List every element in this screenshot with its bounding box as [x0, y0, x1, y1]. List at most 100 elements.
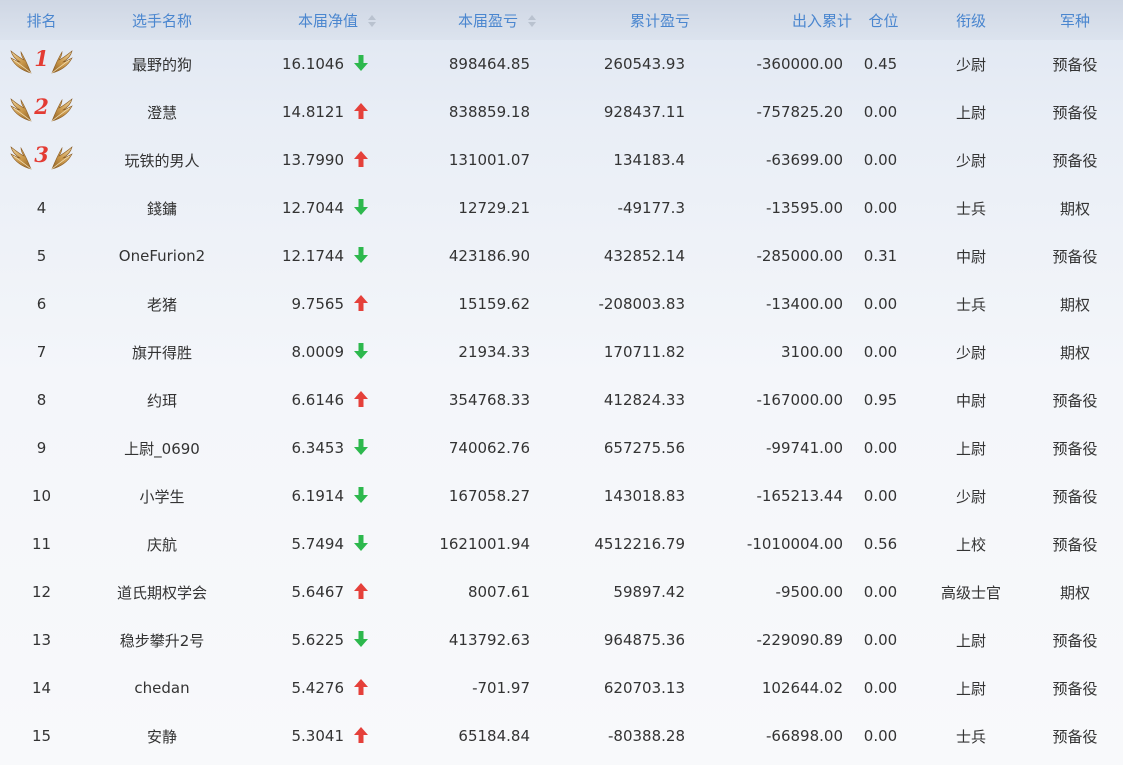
player-name[interactable]: 约珥 — [83, 376, 241, 424]
header-grade: 衔级 — [915, 0, 1027, 40]
table-row[interactable]: 15 安静 5.3041 65184.84 -80388.28 -66898.0… — [0, 712, 1123, 760]
position-value: 0.31 — [863, 247, 898, 265]
position-value: 0.00 — [863, 199, 898, 217]
header-pl[interactable]: 本届盈亏 — [376, 0, 536, 40]
rank-cell: 8 — [0, 376, 83, 424]
position-value: 0.00 — [863, 631, 898, 649]
nav-value: 16.1046 — [281, 55, 344, 73]
cum-value: -208003.83 — [598, 295, 685, 313]
table-row[interactable]: 1 最野的狗 16.1046 898464.85 260543.93 -3600… — [0, 40, 1123, 88]
pl-value: 15159.62 — [458, 295, 530, 313]
flow-value: -285000.00 — [756, 247, 843, 265]
sort-icon[interactable] — [528, 15, 536, 27]
branch-value: 预备役 — [1052, 679, 1098, 698]
arrow-down-icon — [354, 486, 368, 503]
laurel-wing-icon — [50, 97, 74, 123]
table-row[interactable]: 6 老猪 9.7565 15159.62 -208003.83 -13400.0… — [0, 280, 1123, 328]
table-row[interactable]: 14 chedan 5.4276 -701.97 620703.13 10264… — [0, 664, 1123, 712]
grade-value: 士兵 — [955, 295, 986, 314]
rank-number: 12 — [31, 583, 52, 601]
player-name[interactable]: 安静 — [83, 712, 241, 760]
pl-value: 8007.61 — [467, 583, 530, 601]
position-value: 0.00 — [863, 295, 898, 313]
branch-value: 预备役 — [1052, 631, 1098, 650]
sort-icon[interactable] — [368, 15, 376, 27]
player-name[interactable]: 錢鏞 — [83, 184, 241, 232]
player-name[interactable]: 庆航 — [83, 520, 241, 568]
laurel-wing-icon — [9, 97, 33, 123]
nav-cell: 8.0009 — [241, 328, 376, 376]
player-name[interactable]: chedan — [83, 664, 241, 712]
arrow-down-icon — [354, 198, 368, 215]
table-row[interactable]: 9 上尉_0690 6.3453 740062.76 657275.56 -99… — [0, 424, 1123, 472]
table-row[interactable]: 5 OneFurion2 12.1744 423186.90 432852.14… — [0, 232, 1123, 280]
grade-value: 上尉 — [955, 679, 986, 698]
player-name[interactable]: 小学生 — [83, 472, 241, 520]
player-name[interactable]: 澄慧 — [83, 88, 241, 136]
pl-value: 12729.21 — [458, 199, 530, 217]
grade-value: 少尉 — [955, 55, 986, 74]
player-name[interactable]: 道氏期权学会 — [83, 568, 241, 616]
header-row: 排名 选手名称 本届净值 本届盈亏 累计盈亏 出入累计 仓位 衔级 军种 — [0, 0, 1123, 40]
position-value: 0.00 — [863, 679, 898, 697]
arrow-down-icon — [354, 342, 368, 359]
player-name[interactable]: 上尉_0690 — [83, 424, 241, 472]
nav-cell: 12.7044 — [241, 184, 376, 232]
cum-value: -49177.3 — [617, 199, 685, 217]
grade-value: 高级士官 — [940, 583, 1001, 602]
header-nav[interactable]: 本届净值 — [241, 0, 376, 40]
table-row[interactable]: 10 小学生 6.1914 167058.27 143018.83 -16521… — [0, 472, 1123, 520]
table-row[interactable]: 13 稳步攀升2号 5.6225 413792.63 964875.36 -22… — [0, 616, 1123, 664]
rank-number: 4 — [36, 199, 47, 217]
rank-cell: 9 — [0, 424, 83, 472]
player-name[interactable]: OneFurion2 — [83, 232, 241, 280]
grade-value: 中尉 — [955, 391, 986, 410]
cum-value: 928437.11 — [603, 103, 685, 121]
branch-value: 预备役 — [1052, 103, 1098, 122]
flow-value: 3100.00 — [780, 343, 843, 361]
flow-value: -66898.00 — [766, 727, 843, 745]
grade-value: 上尉 — [955, 103, 986, 122]
rank-medal: 3 — [9, 144, 74, 171]
player-name[interactable]: 旗开得胜 — [83, 328, 241, 376]
player-name[interactable]: 稳步攀升2号 — [83, 616, 241, 664]
rank-cell: 11 — [0, 520, 83, 568]
nav-value: 8.0009 — [291, 343, 345, 361]
nav-cell: 6.3453 — [241, 424, 376, 472]
pl-value: 354768.33 — [448, 391, 530, 409]
table-body: 1 最野的狗 16.1046 898464.85 260543.93 -3600… — [0, 40, 1123, 760]
table-row[interactable]: 11 庆航 5.7494 1621001.94 4512216.79 -1010… — [0, 520, 1123, 568]
header-cum: 累计盈亏 — [536, 0, 690, 40]
rank-cell: 3 — [0, 136, 83, 184]
table-row[interactable]: 3 玩铁的男人 13.7990 131001.07 134183.4 -6369… — [0, 136, 1123, 184]
pl-value: 131001.07 — [448, 151, 530, 169]
pl-value: 167058.27 — [448, 487, 530, 505]
nav-value: 5.4276 — [291, 679, 345, 697]
table-row[interactable]: 8 约珥 6.6146 354768.33 412824.33 -167000.… — [0, 376, 1123, 424]
arrow-down-icon — [354, 534, 368, 551]
grade-value: 少尉 — [955, 487, 986, 506]
table-row[interactable]: 4 錢鏞 12.7044 12729.21 -49177.3 -13595.00… — [0, 184, 1123, 232]
rank-number: 14 — [31, 679, 52, 697]
flow-value: -13595.00 — [766, 199, 843, 217]
cum-value: 134183.4 — [613, 151, 685, 169]
nav-cell: 14.8121 — [241, 88, 376, 136]
pl-value: 1621001.94 — [439, 535, 530, 553]
table-row[interactable]: 2 澄慧 14.8121 838859.18 928437.11 -757825… — [0, 88, 1123, 136]
nav-value: 6.3453 — [291, 439, 345, 457]
table-row[interactable]: 12 道氏期权学会 5.6467 8007.61 59897.42 -9500.… — [0, 568, 1123, 616]
branch-value: 期权 — [1059, 343, 1090, 362]
arrow-up-icon — [354, 390, 368, 407]
position-value: 0.00 — [863, 583, 898, 601]
player-name[interactable]: 最野的狗 — [83, 40, 241, 88]
position-value: 0.95 — [863, 391, 898, 409]
table-header: 排名 选手名称 本届净值 本届盈亏 累计盈亏 出入累计 仓位 衔级 军种 — [0, 0, 1123, 40]
player-name[interactable]: 玩铁的男人 — [83, 136, 241, 184]
flow-value: -757825.20 — [756, 103, 843, 121]
player-name[interactable]: 老猪 — [83, 280, 241, 328]
nav-cell: 5.6225 — [241, 616, 376, 664]
position-value: 0.00 — [863, 439, 898, 457]
rank-number: 2 — [34, 93, 49, 119]
grade-value: 少尉 — [955, 343, 986, 362]
table-row[interactable]: 7 旗开得胜 8.0009 21934.33 170711.82 3100.00… — [0, 328, 1123, 376]
